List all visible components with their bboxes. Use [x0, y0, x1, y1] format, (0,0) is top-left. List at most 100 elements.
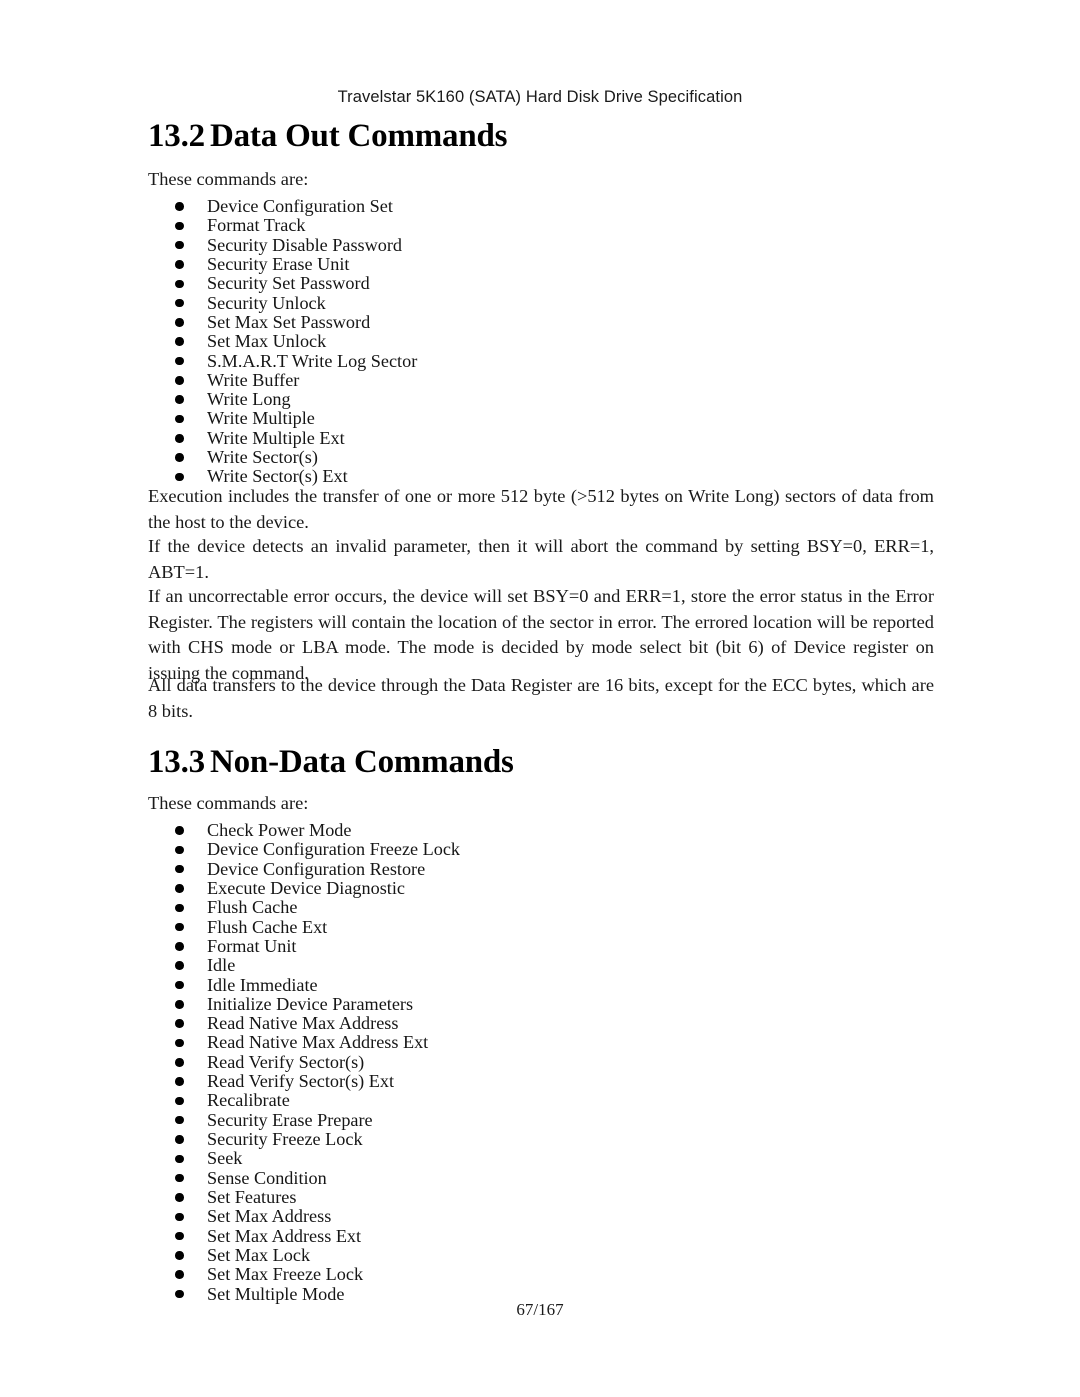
section-title: Non-Data Commands	[210, 744, 514, 780]
list-item: Flush Cache	[148, 898, 938, 917]
bullet-icon	[175, 1251, 184, 1260]
lead-in-text-13-2: These commands are:	[148, 169, 309, 189]
bullet-icon	[175, 221, 184, 231]
list-item-label: Set Max Address	[207, 1206, 332, 1227]
list-item-label: Write Multiple	[207, 408, 315, 429]
bullet-icon	[175, 980, 184, 990]
bullet-icon	[175, 414, 184, 424]
paragraph-invalid-parameter: If the device detects an invalid paramet…	[148, 536, 934, 582]
bullet-icon	[175, 298, 184, 308]
list-item: Check Power Mode	[148, 820, 938, 840]
list-item: Idle	[148, 956, 938, 975]
bullet-icon	[175, 472, 184, 482]
list-item-label: Read Native Max Address	[207, 1013, 399, 1034]
list-item-label: Format Unit	[207, 935, 297, 956]
list-item-label: Set Max Unlock	[207, 331, 327, 352]
list-item-label: Seek	[207, 1148, 243, 1169]
list-item: Read Verify Sector(s)	[148, 1051, 938, 1072]
list-item: Security Unlock	[148, 292, 938, 313]
bullet-icon	[175, 1038, 184, 1048]
bullet-icon	[175, 1096, 184, 1106]
list-item-label: Read Verify Sector(s) Ext	[207, 1071, 395, 1092]
list-item: Write Buffer	[148, 369, 938, 390]
list-item: Device Configuration Restore	[148, 859, 938, 879]
bullet-icon	[175, 826, 184, 835]
section-heading-13-3: 13.3 Non-Data Commands	[148, 744, 938, 781]
list-item-label: Device Configuration Freeze Lock	[207, 839, 461, 860]
list-item: Set Max Set Password	[148, 312, 938, 332]
list-item: Seek	[148, 1149, 938, 1168]
list-item: S.M.A.R.T Write Log Sector	[148, 350, 938, 371]
bullet-icon	[175, 1058, 184, 1067]
list-item-label: Recalibrate	[207, 1090, 290, 1111]
section-heading-13-2: 13.2 Data Out Commands	[148, 118, 938, 155]
list-item: Format Track	[148, 216, 938, 235]
list-item: Set Max Lock	[148, 1245, 938, 1265]
list-item-label: Flush Cache Ext	[207, 916, 328, 937]
list-item: Security Disable Password	[148, 234, 938, 255]
list-item: Sense Condition	[148, 1167, 938, 1188]
bullet-icon	[175, 337, 184, 346]
page-number-footer: 67/167	[516, 1300, 564, 1319]
bullet-icon	[175, 434, 184, 443]
bullet-icon	[175, 961, 184, 970]
bullet-icon	[175, 845, 184, 855]
bullet-icon	[175, 903, 184, 913]
list-item-label: Security Unlock	[207, 292, 326, 313]
paragraph-data-transfers: All data transfers to the device through…	[148, 675, 934, 721]
list-item-label: Read Verify Sector(s)	[207, 1051, 365, 1072]
list-item-label: S.M.A.R.T Write Log Sector	[207, 350, 418, 371]
list-item: Set Max Unlock	[148, 332, 938, 351]
list-item-label: Execute Device Diagnostic	[207, 877, 405, 898]
list-item-label: Set Max Address Ext	[207, 1225, 362, 1246]
bullet-icon	[175, 395, 184, 404]
list-item-label: Sense Condition	[207, 1167, 327, 1188]
lead-in-text-13-3: These commands are:	[148, 793, 309, 813]
bullet-icon	[175, 356, 184, 366]
bullet-icon	[175, 1270, 184, 1279]
bullet-icon	[175, 1231, 184, 1241]
list-item-label: Device Configuration Set	[207, 196, 393, 216]
list-item: Security Freeze Lock	[148, 1129, 938, 1149]
bullet-icon	[175, 279, 184, 289]
list-item: Read Verify Sector(s) Ext	[148, 1071, 938, 1092]
bullet-icon	[175, 453, 184, 462]
bullet-icon	[175, 884, 184, 893]
list-item-label: Idle Immediate	[207, 974, 318, 995]
paragraph-uncorrectable-error: If an uncorrectable error occurs, the de…	[148, 586, 934, 683]
list-item: Security Erase Prepare	[148, 1109, 938, 1130]
list-item-label: Security Freeze Lock	[207, 1129, 363, 1149]
paragraph-execution-includes: Execution includes the transfer of one o…	[148, 486, 934, 532]
list-item: Security Erase Unit	[148, 253, 938, 274]
list-item-label: Write Buffer	[207, 369, 300, 390]
section-number: 13.3	[148, 744, 205, 780]
list-item-label: Set Max Freeze Lock	[207, 1264, 364, 1285]
list-item: Format Unit	[148, 935, 938, 956]
list-item: Device Configuration Set	[148, 196, 938, 216]
list-item-label: Security Erase Unit	[207, 253, 350, 274]
list-item-label: Security Erase Prepare	[207, 1109, 373, 1130]
list-item-label: Security Set Password	[207, 273, 370, 294]
list-item: Write Sector(s)	[148, 447, 938, 468]
bullet-icon	[175, 202, 184, 211]
bullet-icon	[175, 1000, 184, 1009]
bullet-icon	[175, 942, 184, 951]
list-item: Write Long	[148, 389, 938, 409]
bullet-icon	[175, 1135, 184, 1144]
list-item-label: Check Power Mode	[207, 820, 352, 840]
bullet-icon	[175, 1193, 184, 1202]
list-item-label: Write Sector(s)	[207, 447, 318, 468]
section-number: 13.2	[148, 118, 205, 154]
list-item: Idle Immediate	[148, 974, 938, 995]
list-item-label: Flush Cache	[207, 897, 298, 918]
list-item-label: Read Native Max Address Ext	[207, 1032, 429, 1053]
list-item-label: Set Features	[207, 1186, 297, 1207]
bullet-icon	[175, 922, 184, 932]
running-header: Travelstar 5K160 (SATA) Hard Disk Drive …	[337, 88, 743, 106]
list-item: Recalibrate	[148, 1091, 938, 1110]
list-item-label: Format Track	[207, 215, 306, 236]
list-item: Read Native Max Address	[148, 1013, 938, 1034]
list-item-label: Idle	[207, 955, 236, 976]
command-list-data-out: Device Configuration Set Format Track Se…	[148, 196, 938, 487]
list-item-label: Security Disable Password	[207, 234, 402, 255]
